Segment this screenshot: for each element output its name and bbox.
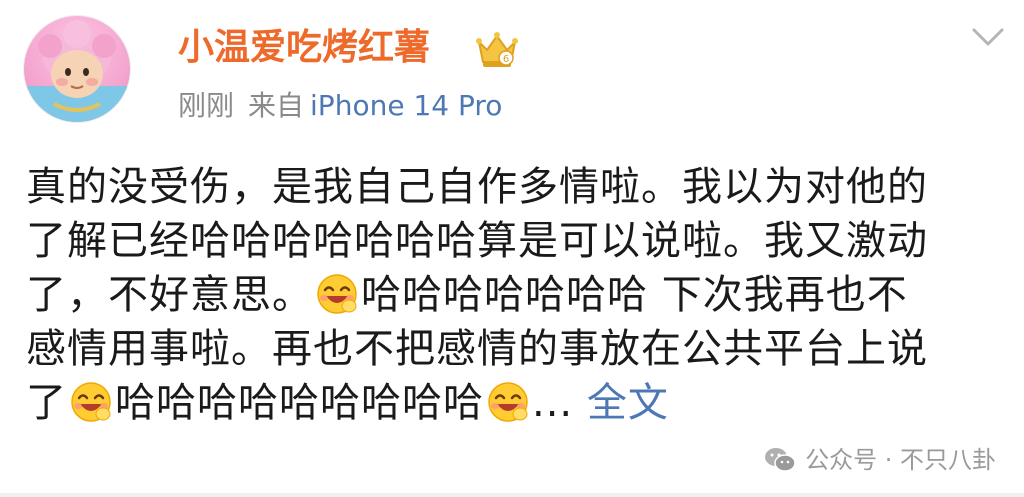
post-meta: 刚刚 来自 iPhone 14 Pro — [178, 88, 502, 124]
laughing-emoji-icon — [315, 272, 359, 316]
laughing-emoji-icon — [69, 380, 113, 424]
source-device: iPhone 14 Pro — [310, 89, 503, 122]
post-text-segment: 了 — [26, 380, 67, 426]
watermark: 公众号 · 不只八卦 — [763, 445, 996, 475]
svg-text:6: 6 — [503, 54, 509, 65]
wechat-icon — [765, 448, 796, 472]
post-time: 刚刚 — [178, 89, 235, 122]
cartoon-girl-avatar-icon — [24, 20, 130, 122]
username[interactable]: 小温爱吃烤红薯 — [178, 26, 430, 70]
divider — [0, 493, 1024, 497]
post-text-line: 真的没受伤，是我自己自作多情啦。我以为对他的 — [26, 164, 928, 210]
crown-badge-icon[interactable]: 6 — [473, 28, 521, 72]
post-text-line: 了解已经哈哈哈哈哈哈哈算是可以说啦。我又激动 — [26, 218, 928, 264]
post-text-segment: 哈哈哈哈哈哈哈哈哈 — [115, 380, 484, 426]
source-label: 来自 — [248, 89, 305, 122]
avatar[interactable] — [24, 16, 130, 122]
full-text-link[interactable]: 全文 — [587, 380, 669, 426]
weibo-post-card: 小温爱吃烤红薯 6 刚刚 来自 iPhone 14 Pro 真的没受伤，是我自己自作… — [0, 0, 1024, 497]
post-text-segment: 哈哈哈哈哈哈哈 下次我再也不 — [361, 272, 908, 318]
post-body: 真的没受伤，是我自己自作多情啦。我以为对他的 了解已经哈哈哈哈哈哈哈算是可以说啦… — [26, 160, 1006, 430]
chevron-down-icon[interactable] — [970, 22, 1006, 50]
post-text-line: 了，不好意思。 哈哈哈哈哈哈哈 下次我再也不 — [26, 268, 1006, 322]
laughing-emoji-icon — [486, 380, 530, 424]
post-text-line: 感情用事啦。再也不把感情的事放在公共平台上说 — [26, 326, 928, 372]
post-text-segment: 了，不好意思。 — [26, 272, 313, 318]
watermark-text: 公众号 · 不只八卦 — [805, 446, 996, 474]
post-text-line: 了 哈哈哈哈哈哈哈哈哈... 全文 — [26, 376, 1006, 430]
ellipsis: ... — [532, 380, 574, 426]
